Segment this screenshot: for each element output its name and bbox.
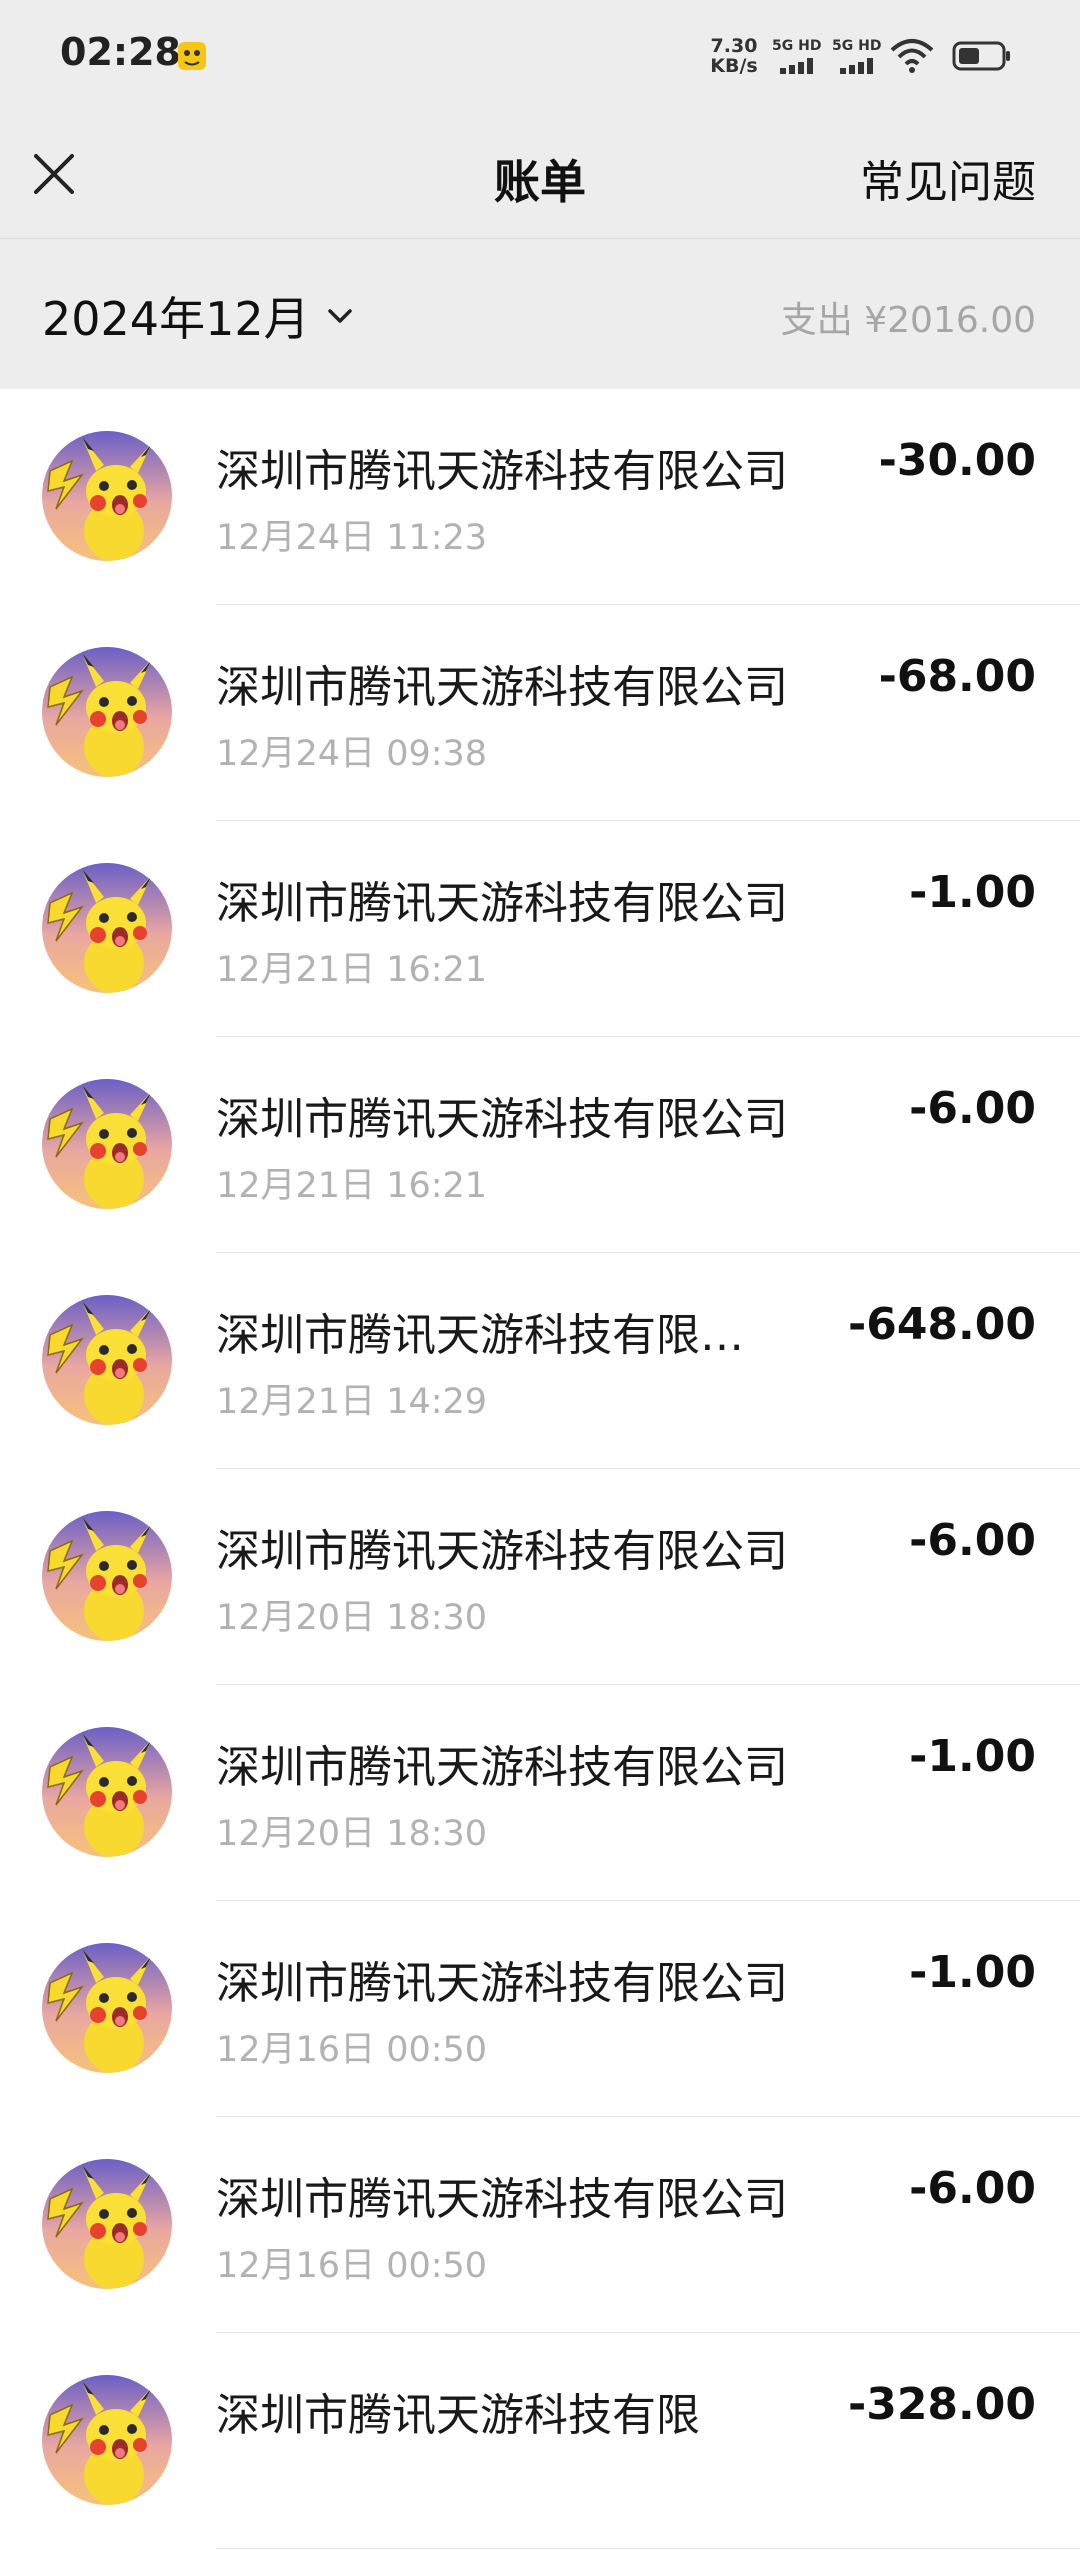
sim2-label: 5G HD (832, 38, 882, 54)
transaction-time: 12月21日 16:21 (216, 1166, 488, 1206)
merchant-name: 深圳市腾讯天游科技有限公司 (216, 2174, 788, 2225)
signal-sim2-icon: 5G HD (832, 38, 890, 74)
merchant-name: 深圳市腾讯天游科技有限… (216, 1310, 744, 1361)
transaction-time: 12月20日 18:30 (216, 1598, 488, 1638)
merchant-name: 深圳市腾讯天游科技有限公司 (216, 1742, 788, 1793)
transaction-row[interactable]: 深圳市腾讯天游科技有限公司 12月20日 18:30 -6.00 (0, 1469, 1080, 1685)
network-speed: 7.30 KB/s (708, 36, 760, 76)
transaction-row[interactable]: 深圳市腾讯天游科技有限公司 12月24日 11:23 -30.00 (0, 389, 1080, 605)
transaction-amount: -6.00 (909, 1515, 1036, 1566)
pikachu-avatar-icon (42, 1727, 172, 1857)
close-icon[interactable] (26, 146, 82, 202)
expense-summary: 支出 ¥2016.00 (780, 300, 1036, 341)
pikachu-avatar-icon (42, 1511, 172, 1641)
pikachu-avatar-icon (42, 863, 172, 993)
transaction-amount: -6.00 (909, 1083, 1036, 1134)
nav-bar: 账单 常见问题 (0, 110, 1080, 239)
signal-bars-icon (780, 58, 813, 74)
merchant-name: 深圳市腾讯天游科技有限 (216, 2390, 700, 2441)
transaction-row[interactable]: 深圳市腾讯天游科技有限公司 12月21日 16:21 -1.00 (0, 821, 1080, 1037)
transaction-time: 12月16日 00:50 (216, 2030, 488, 2070)
pikachu-avatar-icon (42, 1079, 172, 1209)
transaction-amount: -1.00 (909, 1947, 1036, 1998)
transaction-amount: -6.00 (909, 2163, 1036, 2214)
transaction-amount: -648.00 (847, 1299, 1036, 1350)
transaction-time: 12月24日 09:38 (216, 734, 488, 774)
transaction-amount: -68.00 (878, 651, 1036, 702)
pikachu-avatar-icon (42, 1295, 172, 1425)
transaction-time: 12月24日 11:23 (216, 518, 488, 558)
transaction-row[interactable]: 深圳市腾讯天游科技有限… 12月21日 14:29 -648.00 (0, 1253, 1080, 1469)
merchant-name: 深圳市腾讯天游科技有限公司 (216, 1958, 788, 2009)
transaction-row[interactable]: 深圳市腾讯天游科技有限公司 12月16日 00:50 -6.00 (0, 2117, 1080, 2333)
month-selector[interactable]: 2024年12月 (42, 283, 358, 349)
transaction-list: 深圳市腾讯天游科技有限公司 12月24日 11:23 -30.00 深圳市腾讯天游科… (0, 389, 1080, 2549)
pikachu-avatar-icon (42, 2159, 172, 2289)
transaction-row[interactable]: 深圳市腾讯天游科技有限公司 12月20日 18:30 -1.00 (0, 1685, 1080, 1901)
battery-icon (952, 41, 1010, 71)
merchant-name: 深圳市腾讯天游科技有限公司 (216, 446, 788, 497)
transaction-amount: -30.00 (878, 435, 1036, 486)
network-speed-value: 7.30 (710, 35, 758, 57)
pikachu-avatar-icon (42, 2375, 172, 2505)
transaction-time: 12月21日 14:29 (216, 1382, 488, 1422)
transaction-time: 12月21日 16:21 (216, 950, 488, 990)
pikachu-avatar-icon (42, 647, 172, 777)
status-time: 02:28 (60, 30, 181, 74)
transaction-row[interactable]: 深圳市腾讯天游科技有限公司 12月16日 00:50 -1.00 (0, 1901, 1080, 2117)
merchant-name: 深圳市腾讯天游科技有限公司 (216, 1526, 788, 1577)
signal-bars-icon (840, 58, 873, 74)
transaction-time: 12月16日 00:50 (216, 2246, 488, 2286)
pikachu-avatar-icon (42, 431, 172, 561)
month-label: 2024年12月 (42, 292, 310, 346)
faq-link[interactable]: 常见问题 (860, 146, 1036, 210)
pikachu-avatar-icon (42, 1943, 172, 2073)
transaction-row[interactable]: 深圳市腾讯天游科技有限 -328.00 (0, 2333, 1080, 2549)
transaction-amount: -1.00 (909, 867, 1036, 918)
transaction-time: 12月20日 18:30 (216, 1814, 488, 1854)
month-filter-bar: 2024年12月 支出 ¥2016.00 (0, 239, 1080, 389)
transaction-row[interactable]: 深圳市腾讯天游科技有限公司 12月24日 09:38 -68.00 (0, 605, 1080, 821)
app-notification-icon (178, 42, 206, 70)
transaction-row[interactable]: 深圳市腾讯天游科技有限公司 12月21日 16:21 -6.00 (0, 1037, 1080, 1253)
status-bar: 02:28 7.30 KB/s 5G HD 5G HD (0, 0, 1080, 110)
merchant-name: 深圳市腾讯天游科技有限公司 (216, 878, 788, 929)
merchant-name: 深圳市腾讯天游科技有限公司 (216, 1094, 788, 1145)
transaction-amount: -328.00 (847, 2379, 1036, 2430)
chevron-down-icon (327, 309, 352, 323)
signal-sim1-icon: 5G HD (772, 38, 830, 74)
merchant-name: 深圳市腾讯天游科技有限公司 (216, 662, 788, 713)
network-speed-unit: KB/s (710, 55, 758, 77)
sim1-label: 5G HD (772, 38, 822, 54)
wifi-icon (890, 39, 934, 73)
transaction-amount: -1.00 (909, 1731, 1036, 1782)
